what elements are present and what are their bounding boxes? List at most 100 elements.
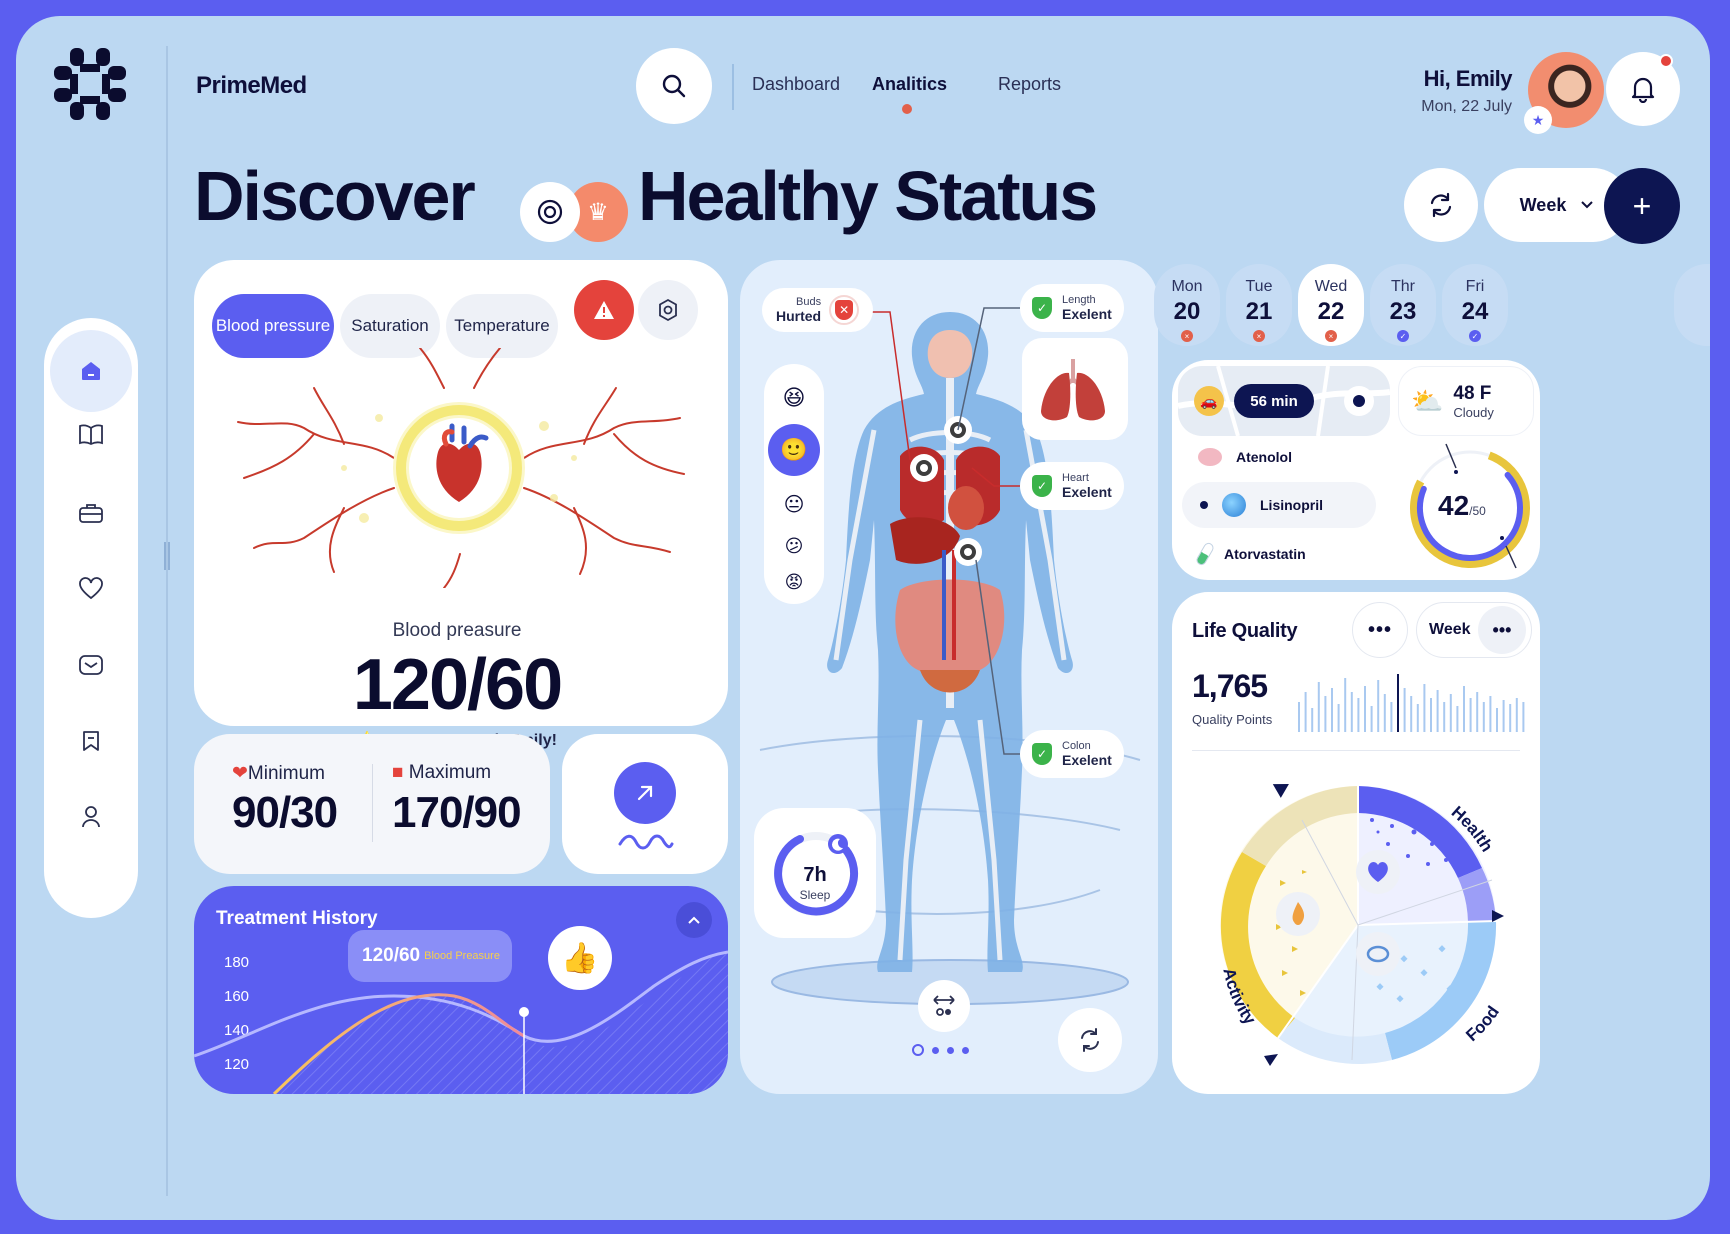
pager-dot[interactable]	[932, 1046, 939, 1054]
quality-bar	[1331, 688, 1333, 732]
nav-analitics[interactable]: Analitics	[872, 74, 947, 95]
quality-bar	[1390, 702, 1393, 732]
mood-smile-icon[interactable]: 🙂	[768, 424, 820, 476]
quality-bar	[1489, 696, 1492, 732]
med-item[interactable]: Atorvastatin	[1194, 541, 1306, 567]
day-fri[interactable]: Fri 24 ✓	[1442, 264, 1508, 346]
rotate-view-button[interactable]	[918, 980, 970, 1032]
missed-status-icon: ×	[1325, 330, 1337, 342]
sidebar-item-inbox[interactable]	[66, 640, 116, 690]
maximum-label-text: Maximum	[408, 762, 492, 783]
bell-icon	[1631, 77, 1655, 103]
sidebar-item-health[interactable]	[66, 564, 116, 614]
more-options-button[interactable]: •••	[1352, 602, 1408, 658]
day-number: 24	[1461, 298, 1489, 325]
pager	[912, 1044, 969, 1056]
nav-divider	[732, 64, 734, 110]
sync-icon	[1081, 1028, 1099, 1052]
organ-status: Hurted	[776, 308, 822, 324]
mood-angry-icon[interactable]: 😡	[770, 560, 818, 604]
settings-button[interactable]	[638, 280, 698, 340]
lungs-icon	[1041, 359, 1105, 421]
refresh-button[interactable]	[1404, 168, 1478, 242]
minimum-label-text: Minimum	[247, 763, 325, 784]
nav-reports[interactable]: Reports	[998, 74, 1061, 95]
day-name: Thr	[1391, 278, 1415, 295]
day-tue[interactable]: Tue 21 ×	[1226, 264, 1292, 346]
quality-bar	[1416, 704, 1419, 732]
sidebar-item-book[interactable]	[66, 410, 116, 460]
day-name: Wed	[1314, 278, 1348, 295]
heart-emoji-icon: ❤	[232, 763, 248, 784]
sleep-value: 7h	[803, 864, 827, 886]
blood-pressure-label: Blood preasure	[392, 620, 522, 641]
travel-duration: 56 min	[1234, 384, 1314, 418]
pill-blue-icon	[1222, 493, 1246, 517]
lungs-thumbnail[interactable]	[1022, 338, 1128, 440]
sidebar-item-profile[interactable]	[66, 792, 116, 842]
pager-dot[interactable]	[962, 1046, 969, 1054]
quality-bar	[1397, 674, 1399, 732]
weather-widget[interactable]: ⛅ 48 F Cloudy	[1398, 366, 1534, 436]
tooltip-label: Blood Preasure	[424, 950, 500, 962]
quality-bar	[1456, 706, 1459, 732]
organ-status: Exelent	[1062, 306, 1112, 322]
sidebar-item-bookmark[interactable]	[66, 716, 116, 766]
sidebar	[44, 318, 138, 918]
tooltip-value: 120/60	[362, 945, 421, 966]
quality-bar	[1337, 704, 1340, 732]
sidebar-item-briefcase[interactable]	[66, 488, 116, 538]
med-item-selected[interactable]: Lisinopril	[1182, 482, 1376, 528]
day-mon[interactable]: Mon 20 ×	[1154, 264, 1220, 346]
car-icon: 🚗	[1194, 386, 1224, 416]
life-period-menu-button[interactable]: •••	[1478, 606, 1526, 654]
med-item[interactable]: Atenolol	[1198, 448, 1292, 466]
inbox-icon	[79, 655, 103, 675]
plus-icon: +	[1632, 187, 1652, 224]
chevron-down-icon	[1581, 201, 1594, 209]
day-thr[interactable]: Thr 23 ✓	[1370, 264, 1436, 346]
mood-laugh-icon[interactable]: 😆	[770, 374, 818, 422]
resize-handle[interactable]	[164, 542, 170, 570]
search-button[interactable]	[636, 48, 712, 124]
sync-button[interactable]	[1058, 1008, 1122, 1072]
treatment-history-card: Treatment History 180 160 140 120 120/60…	[194, 886, 728, 1094]
brand-name: PrimeMed	[196, 72, 307, 99]
quality-bar	[1515, 698, 1518, 732]
rotate-icon	[933, 995, 955, 1016]
sidebar-item-home[interactable]	[50, 330, 132, 412]
nav-dashboard[interactable]: Dashboard	[752, 74, 840, 95]
organ-label-heart[interactable]: ✓ Heart Exelent	[1020, 462, 1124, 510]
quality-bar	[1311, 708, 1314, 732]
organ-label-buds[interactable]: Buds Hurted ✕	[762, 288, 874, 332]
pager-dot[interactable]	[947, 1046, 954, 1054]
quality-bar	[1410, 696, 1413, 732]
organ-name: Heart	[1062, 472, 1089, 484]
day-number: 22	[1317, 298, 1345, 325]
shield-check-icon: ✓	[1032, 297, 1052, 319]
organ-label-length[interactable]: ✓ Length Exelent	[1020, 284, 1124, 332]
mood-neutral-icon[interactable]: 😐	[770, 480, 818, 528]
alert-button[interactable]	[574, 280, 634, 340]
thumbs-up-icon[interactable]: 👍	[548, 926, 612, 990]
svg-text:Food: Food	[1462, 1002, 1503, 1045]
heart-icon	[79, 577, 103, 600]
target-icon	[520, 182, 580, 242]
organ-label-colon[interactable]: ✓ Colon Exelent	[1020, 730, 1124, 778]
quality-bar	[1469, 698, 1472, 732]
quality-points-label: Quality Points	[1192, 712, 1273, 727]
map-thumbnail[interactable]: 🚗 56 min	[1178, 366, 1390, 436]
trend-open-button[interactable]	[614, 762, 676, 824]
day-wed[interactable]: Wed 22 ×	[1298, 264, 1364, 346]
nav-active-indicator	[902, 104, 912, 114]
range-card: ❤Minimum 90/30 ■ Maximum 170/90	[194, 734, 550, 874]
add-button[interactable]: +	[1604, 168, 1680, 244]
med-name: Atorvastatin	[1224, 546, 1306, 562]
day-name: Fri	[1465, 278, 1485, 295]
quality-bar	[1298, 702, 1300, 732]
organ-status: Exelent	[1062, 484, 1112, 500]
pager-dot-active[interactable]	[912, 1044, 924, 1056]
gear-icon	[659, 298, 677, 322]
heart-illustration	[237, 348, 685, 588]
day-next-partial[interactable]	[1674, 264, 1710, 346]
